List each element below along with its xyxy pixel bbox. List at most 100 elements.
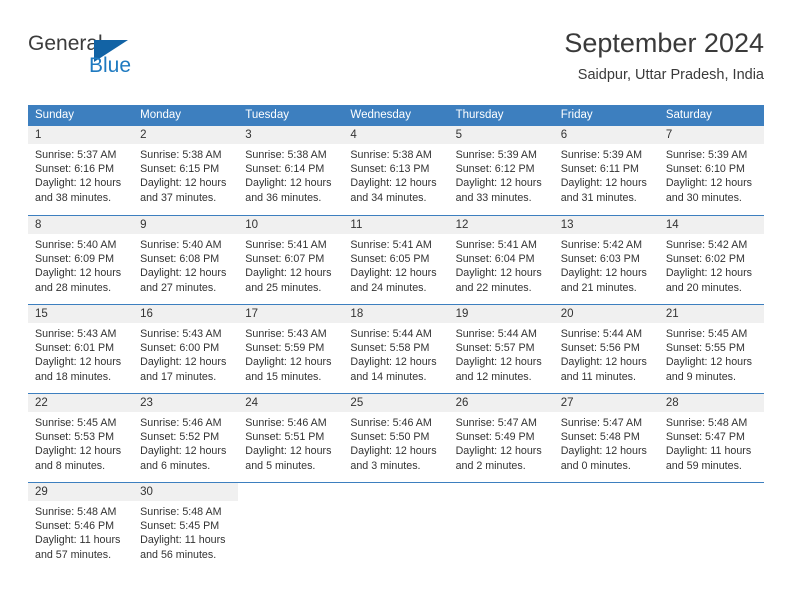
day-details: Sunrise: 5:41 AM Sunset: 6:07 PM Dayligh… [238,234,343,295]
day-cell[interactable]: 2 Sunrise: 5:38 AM Sunset: 6:15 PM Dayli… [133,126,239,215]
sunset-text: Sunset: 6:03 PM [560,253,640,266]
day-details: Sunrise: 5:44 AM Sunset: 5:58 PM Dayligh… [343,323,448,384]
week-row: 29 Sunrise: 5:48 AM Sunset: 5:46 PM Dayl… [28,482,764,571]
sunset-text: Sunset: 6:05 PM [350,253,430,266]
day-number: 8 [35,219,42,231]
day-cell[interactable]: 18 Sunrise: 5:44 AM Sunset: 5:58 PM Dayl… [343,305,449,393]
sunrise-text: Sunrise: 5:46 AM [140,417,222,429]
day-number: 2 [140,129,147,141]
day-cell[interactable]: 25 Sunrise: 5:46 AM Sunset: 5:50 PM Dayl… [343,394,449,482]
sunset-text: Sunset: 5:57 PM [455,342,535,355]
day-details: Sunrise: 5:43 AM Sunset: 5:59 PM Dayligh… [238,323,343,384]
day-details: Sunrise: 5:39 AM Sunset: 6:11 PM Dayligh… [554,144,659,205]
daylight-text-line2: and 18 minutes. [35,370,112,383]
day-cell[interactable]: 4 Sunrise: 5:38 AM Sunset: 6:13 PM Dayli… [343,126,449,215]
daylight-text-line1: Daylight: 12 hours [245,445,332,458]
sunset-text: Sunset: 6:13 PM [350,163,430,176]
day-cell[interactable]: 23 Sunrise: 5:46 AM Sunset: 5:52 PM Dayl… [133,394,239,482]
day-cell[interactable]: 16 Sunrise: 5:43 AM Sunset: 6:00 PM Dayl… [133,305,239,393]
day-details: Sunrise: 5:40 AM Sunset: 6:09 PM Dayligh… [28,234,133,295]
brand-logo[interactable]: General Blue [28,32,238,88]
day-cell[interactable]: 29 Sunrise: 5:48 AM Sunset: 5:46 PM Dayl… [28,483,134,571]
day-number: 16 [140,308,153,320]
day-cell[interactable]: 6 Sunrise: 5:39 AM Sunset: 6:11 PM Dayli… [553,126,659,215]
sunset-text: Sunset: 5:52 PM [140,431,220,444]
sunrise-text: Sunrise: 5:47 AM [560,417,643,429]
daylight-text-line1: Daylight: 12 hours [350,267,437,280]
daylight-text-line2: and 3 minutes. [350,459,421,472]
day-cell[interactable]: 3 Sunrise: 5:38 AM Sunset: 6:14 PM Dayli… [238,126,344,215]
sunrise-text: Sunrise: 5:37 AM [35,149,117,161]
day-number: 30 [140,486,153,498]
sunset-text: Sunset: 5:59 PM [245,342,325,355]
daylight-text-line2: and 21 minutes. [560,281,637,294]
day-cell[interactable]: 15 Sunrise: 5:43 AM Sunset: 6:01 PM Dayl… [28,305,134,393]
sunset-text: Sunset: 5:55 PM [665,342,745,355]
sunrise-text: Sunrise: 5:42 AM [560,239,643,251]
day-number: 17 [245,308,259,320]
day-cell[interactable]: 28 Sunrise: 5:48 AM Sunset: 5:47 PM Dayl… [658,394,764,482]
day-cell[interactable]: 10 Sunrise: 5:41 AM Sunset: 6:07 PM Dayl… [238,216,344,304]
sunrise-text: Sunrise: 5:46 AM [245,417,327,429]
day-cell[interactable]: 24 Sunrise: 5:46 AM Sunset: 5:51 PM Dayl… [238,394,344,482]
day-cell[interactable]: 14 Sunrise: 5:42 AM Sunset: 6:02 PM Dayl… [658,216,764,304]
day-number: 3 [245,129,252,141]
day-cell[interactable]: 30 Sunrise: 5:48 AM Sunset: 5:45 PM Dayl… [133,483,239,571]
day-number: 4 [350,129,357,141]
day-details: Sunrise: 5:39 AM Sunset: 6:10 PM Dayligh… [659,144,764,205]
day-details: Sunrise: 5:42 AM Sunset: 6:02 PM Dayligh… [659,234,764,295]
day-cell[interactable]: 8 Sunrise: 5:40 AM Sunset: 6:09 PM Dayli… [28,216,134,304]
day-cell[interactable]: 20 Sunrise: 5:44 AM Sunset: 5:56 PM Dayl… [553,305,659,393]
daylight-text-line1: Daylight: 12 hours [35,356,122,369]
daylight-text-line2: and 27 minutes. [140,281,217,294]
weekday-header-row: Sunday Monday Tuesday Wednesday Thursday… [28,105,764,126]
day-cell[interactable]: 13 Sunrise: 5:42 AM Sunset: 6:03 PM Dayl… [553,216,659,304]
day-details: Sunrise: 5:45 AM Sunset: 5:53 PM Dayligh… [28,412,133,473]
daylight-text-line2: and 0 minutes. [560,459,631,472]
day-details: Sunrise: 5:38 AM Sunset: 6:15 PM Dayligh… [133,144,238,205]
sunrise-text: Sunrise: 5:41 AM [455,239,537,251]
sunset-text: Sunset: 5:45 PM [140,520,220,533]
sunset-text: Sunset: 5:46 PM [35,520,115,533]
day-cell[interactable]: 22 Sunrise: 5:45 AM Sunset: 5:53 PM Dayl… [28,394,134,482]
sunset-text: Sunset: 5:47 PM [665,431,745,444]
day-cell[interactable]: 17 Sunrise: 5:43 AM Sunset: 5:59 PM Dayl… [238,305,344,393]
daylight-text-line1: Daylight: 12 hours [665,177,752,190]
day-details: Sunrise: 5:44 AM Sunset: 5:57 PM Dayligh… [449,323,554,384]
sunset-text: Sunset: 6:10 PM [665,163,745,176]
day-cell-empty [238,483,343,571]
day-details: Sunrise: 5:48 AM Sunset: 5:45 PM Dayligh… [133,501,238,562]
day-details: Sunrise: 5:38 AM Sunset: 6:13 PM Dayligh… [343,144,448,205]
weekday-header-wednesday: Wednesday [350,109,411,121]
day-cell-empty [449,483,554,571]
daylight-text-line2: and 5 minutes. [245,459,316,472]
day-cell[interactable]: 1 Sunrise: 5:37 AM Sunset: 6:16 PM Dayli… [28,126,134,215]
day-number: 5 [455,129,462,141]
sunrise-text: Sunrise: 5:39 AM [455,149,537,161]
day-cell[interactable]: 12 Sunrise: 5:41 AM Sunset: 6:04 PM Dayl… [448,216,554,304]
day-details: Sunrise: 5:41 AM Sunset: 6:04 PM Dayligh… [449,234,554,295]
day-cell[interactable]: 7 Sunrise: 5:39 AM Sunset: 6:10 PM Dayli… [658,126,764,215]
day-cell[interactable]: 19 Sunrise: 5:44 AM Sunset: 5:57 PM Dayl… [448,305,554,393]
sunset-text: Sunset: 6:08 PM [140,253,220,266]
day-cell[interactable]: 11 Sunrise: 5:41 AM Sunset: 6:05 PM Dayl… [343,216,449,304]
day-details: Sunrise: 5:46 AM Sunset: 5:52 PM Dayligh… [133,412,238,473]
daylight-text-line2: and 59 minutes. [665,459,742,472]
daylight-text-line1: Daylight: 12 hours [140,267,227,280]
day-cell[interactable]: 21 Sunrise: 5:45 AM Sunset: 5:55 PM Dayl… [658,305,764,393]
daylight-text-line1: Daylight: 12 hours [455,177,542,190]
sunset-text: Sunset: 5:53 PM [35,431,115,444]
day-cell[interactable]: 26 Sunrise: 5:47 AM Sunset: 5:49 PM Dayl… [448,394,554,482]
sunrise-text: Sunrise: 5:43 AM [245,328,327,340]
title-block: September 2024 Saidpur, Uttar Pradesh, I… [564,26,764,86]
page-header: General Blue September 2024 Saidpur, Utt… [28,26,764,96]
sunset-text: Sunset: 5:58 PM [350,342,430,355]
sunrise-text: Sunrise: 5:42 AM [665,239,748,251]
day-cell[interactable]: 27 Sunrise: 5:47 AM Sunset: 5:48 PM Dayl… [553,394,659,482]
day-cell[interactable]: 9 Sunrise: 5:40 AM Sunset: 6:08 PM Dayli… [133,216,239,304]
weekday-header-saturday: Saturday [665,109,712,121]
day-cell[interactable]: 5 Sunrise: 5:39 AM Sunset: 6:12 PM Dayli… [448,126,554,215]
daylight-text-line1: Daylight: 12 hours [455,267,542,280]
daylight-text-line2: and 22 minutes. [455,281,532,294]
day-cell-empty [554,483,659,571]
